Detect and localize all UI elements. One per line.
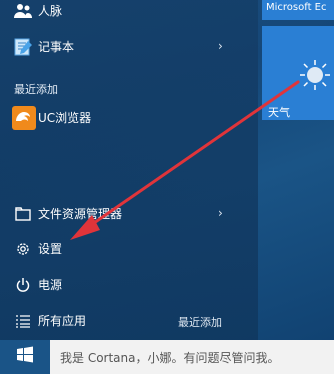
start-button[interactable] [0, 340, 50, 374]
search-placeholder: 我是 Cortana，小娜。有问题尽管问我。 [60, 351, 280, 365]
cortana-search-box[interactable]: 我是 Cortana，小娜。有问题尽管问我。 [50, 340, 334, 374]
annotation-arrow [70, 80, 300, 240]
windows-logo-icon [16, 346, 34, 368]
